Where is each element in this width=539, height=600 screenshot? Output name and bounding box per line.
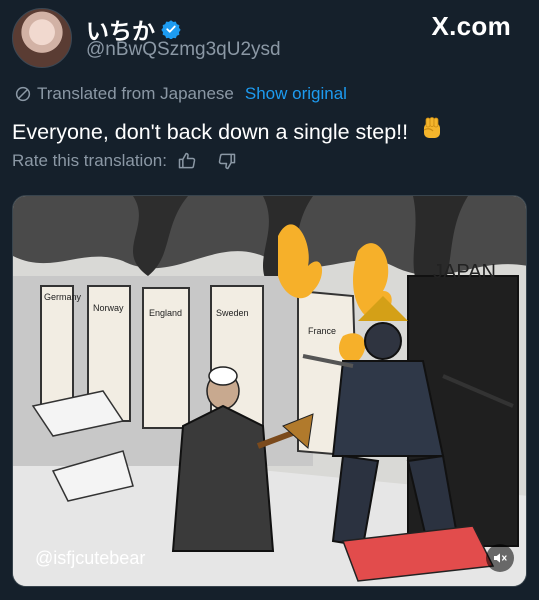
door-sign-japan: JAPAN bbox=[433, 261, 496, 283]
author-handle[interactable]: @nBwQSzmg3qU2ysd bbox=[86, 39, 281, 61]
translated-from-label: Translated from Japanese bbox=[37, 84, 234, 103]
door-sign-sweden: Sweden bbox=[216, 308, 249, 318]
author-avatar[interactable] bbox=[12, 8, 72, 68]
tweet-media-image[interactable]: Germany Norway England Sweden France JAP… bbox=[12, 195, 527, 587]
door-sign-norway: Norway bbox=[93, 303, 124, 313]
translation-notice: Translated from Japanese Show original bbox=[14, 84, 347, 104]
show-original-link[interactable]: Show original bbox=[245, 84, 347, 104]
door-sign-germany: Germany bbox=[44, 292, 82, 302]
rate-translation-row: Rate this translation: bbox=[12, 151, 237, 171]
thumbs-up-icon[interactable] bbox=[177, 151, 197, 171]
brand-logo: X.com bbox=[431, 11, 511, 41]
raised-fist-icon bbox=[423, 117, 441, 138]
door-sign-france: France bbox=[308, 326, 336, 336]
rate-translation-label: Rate this translation: bbox=[12, 151, 167, 170]
door-england: England bbox=[142, 287, 190, 429]
door-sign-england: England bbox=[149, 308, 182, 318]
volume-muted-icon[interactable] bbox=[486, 544, 514, 572]
thumbs-down-icon[interactable] bbox=[217, 151, 237, 171]
verified-badge-icon bbox=[161, 20, 181, 39]
cartoon-illustration: Germany Norway England Sweden France JAP… bbox=[13, 196, 526, 586]
tweet-text: Everyone, don't back down a single step!… bbox=[12, 116, 444, 145]
tweet-body: Everyone, don't back down a single step!… bbox=[12, 120, 409, 144]
translate-icon bbox=[15, 86, 31, 102]
image-watermark: @isfjcutebear bbox=[35, 548, 145, 568]
